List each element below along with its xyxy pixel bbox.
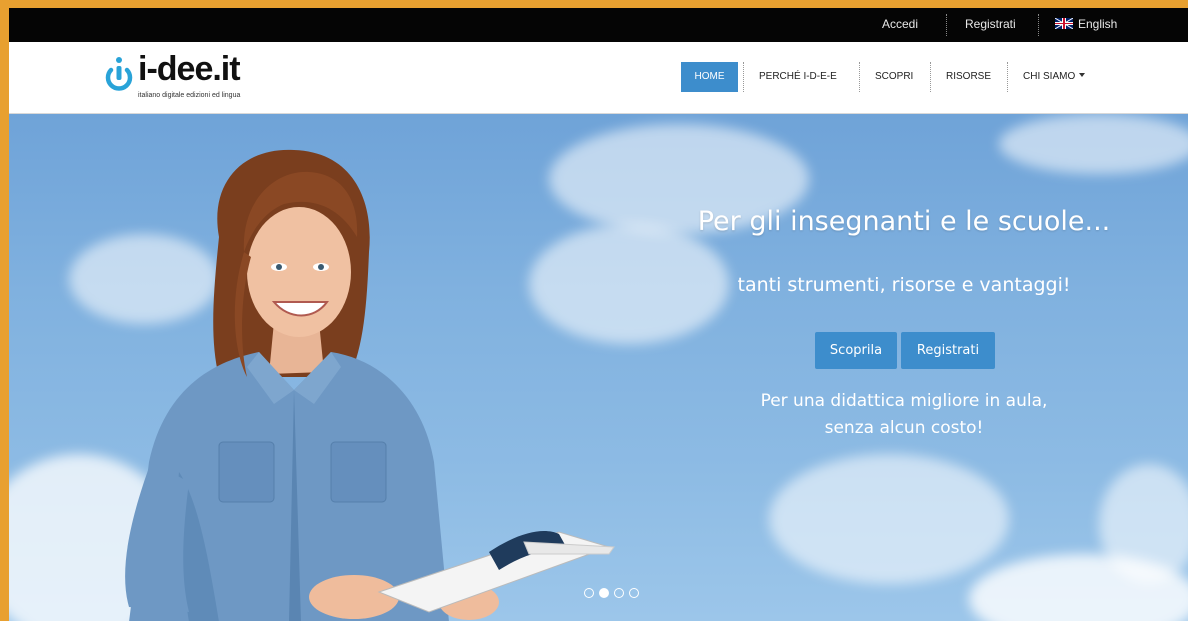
hero-headline: Per gli insegnanti e le scuole... bbox=[697, 206, 1111, 237]
nav-divider bbox=[930, 62, 931, 92]
uk-flag-icon bbox=[1055, 18, 1073, 29]
nav-about-label: CHI SIAMO bbox=[1023, 71, 1076, 82]
cloud bbox=[1099, 464, 1188, 584]
brand-tagline: italiano digitale edizioni ed lingua bbox=[138, 92, 241, 99]
carousel-dot[interactable] bbox=[629, 588, 639, 598]
nav-divider bbox=[743, 62, 744, 92]
discover-button[interactable]: Scoprila bbox=[815, 332, 897, 369]
carousel-dot[interactable] bbox=[614, 588, 624, 598]
chevron-down-icon bbox=[1079, 73, 1086, 77]
hero-slider: Per gli insegnanti e le scuole... tanti … bbox=[9, 114, 1188, 621]
hero-subline: tanti strumenti, risorse e vantaggi! bbox=[737, 274, 1071, 296]
register-button[interactable]: Registrati bbox=[901, 332, 995, 369]
hero-tagline-line1: Per una didattica migliore in aula, bbox=[760, 391, 1048, 411]
carousel-dot[interactable] bbox=[584, 588, 594, 598]
cloud bbox=[999, 114, 1188, 174]
nav-about[interactable]: CHI SIAMO bbox=[1023, 62, 1086, 92]
nav-divider bbox=[1007, 62, 1008, 92]
login-link[interactable]: Accedi bbox=[882, 8, 918, 42]
teacher-photo bbox=[125, 149, 615, 621]
page-frame: Accedi Registrati English i-dee.it itali… bbox=[9, 8, 1188, 621]
topbar-divider bbox=[946, 14, 947, 36]
hero-tagline-line2: senza alcun costo! bbox=[824, 418, 984, 438]
nav-home[interactable]: HOME bbox=[681, 62, 738, 92]
carousel-dot-active[interactable] bbox=[599, 588, 609, 598]
nav-divider bbox=[859, 62, 860, 92]
cloud bbox=[769, 454, 1009, 584]
nav-why[interactable]: PERCHÉ I-D-E-E bbox=[759, 62, 837, 92]
top-bar: Accedi Registrati English bbox=[9, 8, 1188, 42]
language-label: English bbox=[1078, 17, 1118, 31]
hero-tagline: Per una didattica migliore in aula, senz… bbox=[689, 388, 1119, 442]
topbar-divider bbox=[1038, 14, 1039, 36]
language-link[interactable]: English bbox=[1055, 8, 1117, 42]
nav-discover[interactable]: SCOPRI bbox=[875, 62, 913, 92]
site-header: i-dee.it italiano digitale edizioni ed l… bbox=[9, 42, 1188, 114]
main-nav: HOME PERCHÉ I-D-E-E SCOPRI RISORSE CHI S… bbox=[9, 62, 1188, 92]
nav-resources[interactable]: RISORSE bbox=[946, 62, 991, 92]
register-link[interactable]: Registrati bbox=[965, 8, 1016, 42]
